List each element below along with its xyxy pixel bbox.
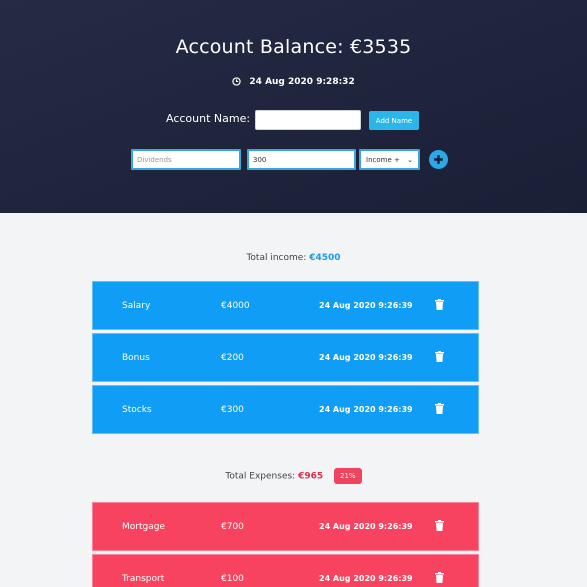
expense-row: Transport €100 24 Aug 2020 9:26:39 bbox=[92, 554, 479, 587]
add-entry-button[interactable] bbox=[429, 150, 448, 169]
expense-name: Mortgage bbox=[122, 522, 165, 532]
expense-amount: €700 bbox=[221, 522, 244, 532]
trash-icon[interactable] bbox=[435, 572, 444, 586]
income-amount: €4000 bbox=[221, 301, 250, 311]
expenses-list: Mortgage €700 24 Aug 2020 9:26:39 Transp… bbox=[92, 502, 479, 587]
trash-icon[interactable] bbox=[435, 403, 444, 417]
expenses-percent-badge: 21% bbox=[334, 468, 362, 484]
plus-circle-icon bbox=[433, 150, 444, 169]
clock-icon bbox=[232, 77, 249, 87]
datetime-text: 24 Aug 2020 9:28:32 bbox=[249, 77, 355, 87]
trash-icon[interactable] bbox=[435, 351, 444, 365]
expense-amount: €100 bbox=[221, 574, 244, 584]
income-total: Total income: €4500 bbox=[0, 253, 587, 263]
account-name-input[interactable] bbox=[255, 110, 361, 130]
income-name: Bonus bbox=[122, 353, 150, 363]
balance-title: Account Balance: €3535 bbox=[175, 36, 412, 58]
expenses-total-amount: €965 bbox=[298, 471, 324, 482]
income-date: 24 Aug 2020 9:26:39 bbox=[319, 405, 413, 414]
income-amount: €200 bbox=[221, 353, 244, 363]
trash-icon[interactable] bbox=[435, 520, 444, 534]
income-amount: €300 bbox=[221, 405, 244, 415]
income-total-label: Total income: bbox=[246, 253, 307, 263]
income-row: Bonus €200 24 Aug 2020 9:26:39 bbox=[92, 333, 479, 382]
description-input[interactable]: Dividends bbox=[131, 149, 241, 170]
header-panel: Account Balance: €3535 24 Aug 2020 9:28:… bbox=[0, 0, 587, 213]
income-date: 24 Aug 2020 9:26:39 bbox=[319, 353, 413, 362]
income-date: 24 Aug 2020 9:26:39 bbox=[319, 301, 413, 310]
income-row: Salary €4000 24 Aug 2020 9:26:39 bbox=[92, 281, 479, 330]
expense-name: Transport bbox=[122, 574, 165, 584]
income-list: Salary €4000 24 Aug 2020 9:26:39 Bonus €… bbox=[92, 281, 479, 437]
income-name: Stocks bbox=[122, 405, 152, 415]
expenses-total: Total Expenses: €965 21% bbox=[0, 468, 587, 484]
entry-form: Dividends 300 Income + ⌄ bbox=[0, 149, 587, 171]
account-name-label: Account Name: bbox=[166, 112, 251, 125]
expense-row: Mortgage €700 24 Aug 2020 9:26:39 bbox=[92, 502, 479, 551]
trash-icon[interactable] bbox=[435, 299, 444, 313]
income-total-amount: €4500 bbox=[309, 253, 341, 263]
type-select[interactable]: Income + ⌄ bbox=[359, 149, 420, 170]
datetime-display: 24 Aug 2020 9:28:32 bbox=[0, 77, 587, 87]
chevron-down-icon: ⌄ bbox=[407, 156, 413, 164]
income-row: Stocks €300 24 Aug 2020 9:26:39 bbox=[92, 385, 479, 434]
expense-date: 24 Aug 2020 9:26:39 bbox=[319, 574, 413, 583]
add-name-button[interactable]: Add Name bbox=[369, 111, 419, 130]
amount-input[interactable]: 300 bbox=[247, 149, 356, 170]
expense-date: 24 Aug 2020 9:26:39 bbox=[319, 522, 413, 531]
income-name: Salary bbox=[122, 301, 151, 311]
type-select-value: Income + bbox=[366, 156, 400, 164]
expenses-total-label: Total Expenses: bbox=[225, 471, 296, 482]
